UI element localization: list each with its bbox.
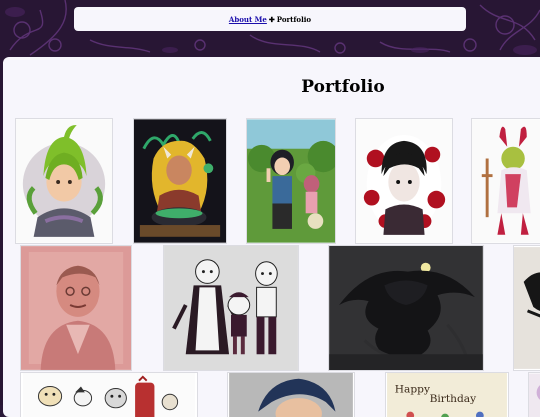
artwork-thumbnail xyxy=(21,246,131,370)
top-navigation: About Me ✚ Portfolio xyxy=(74,7,466,31)
gallery-item-green-hair-tentacles[interactable] xyxy=(15,118,113,244)
artwork-thumbnail xyxy=(21,373,197,417)
gallery-item-blonde-horned-cauldron[interactable] xyxy=(133,118,227,244)
gallery-item-roses-portrait[interactable] xyxy=(355,118,453,244)
artwork-thumbnail: Happy Birthday xyxy=(386,373,508,417)
gallery-item-bunny-warrior[interactable] xyxy=(471,118,540,244)
nav-current-portfolio: Portfolio xyxy=(277,15,311,24)
artwork-thumbnail xyxy=(329,246,483,370)
gallery-item-black-beast[interactable] xyxy=(328,245,484,371)
gallery-item-happy-birthday[interactable]: Happy Birthday xyxy=(385,372,509,417)
nav-separator-icon: ✚ xyxy=(269,15,275,24)
artwork-thumbnail xyxy=(247,119,335,243)
gallery-item-partial-right[interactable] xyxy=(528,372,540,417)
gallery-item-bald-man-red[interactable] xyxy=(20,245,132,371)
birthday-text-happy: Happy xyxy=(395,382,430,395)
artwork-thumbnail xyxy=(529,373,540,417)
artwork-thumbnail xyxy=(164,246,298,370)
gallery-item-peace-sign-girls[interactable] xyxy=(246,118,336,244)
artwork-thumbnail xyxy=(228,373,354,417)
artwork-thumbnail xyxy=(16,119,112,243)
gallery-item-three-characters[interactable] xyxy=(163,245,299,371)
gallery-item-cartoon-animals[interactable] xyxy=(20,372,198,417)
birthday-text-birthday: Birthday xyxy=(430,392,477,405)
nav-link-about-me[interactable]: About Me xyxy=(229,15,267,24)
artwork-thumbnail xyxy=(356,119,452,243)
gallery-item-dark-profile[interactable] xyxy=(513,245,540,371)
artwork-thumbnail xyxy=(472,119,540,243)
artwork-thumbnail xyxy=(134,119,226,243)
portfolio-panel: Portfolio xyxy=(3,57,540,417)
page-title: Portfolio xyxy=(3,77,540,97)
gallery-item-blue-hair-portrait[interactable] xyxy=(227,372,355,417)
artwork-thumbnail xyxy=(514,246,540,370)
